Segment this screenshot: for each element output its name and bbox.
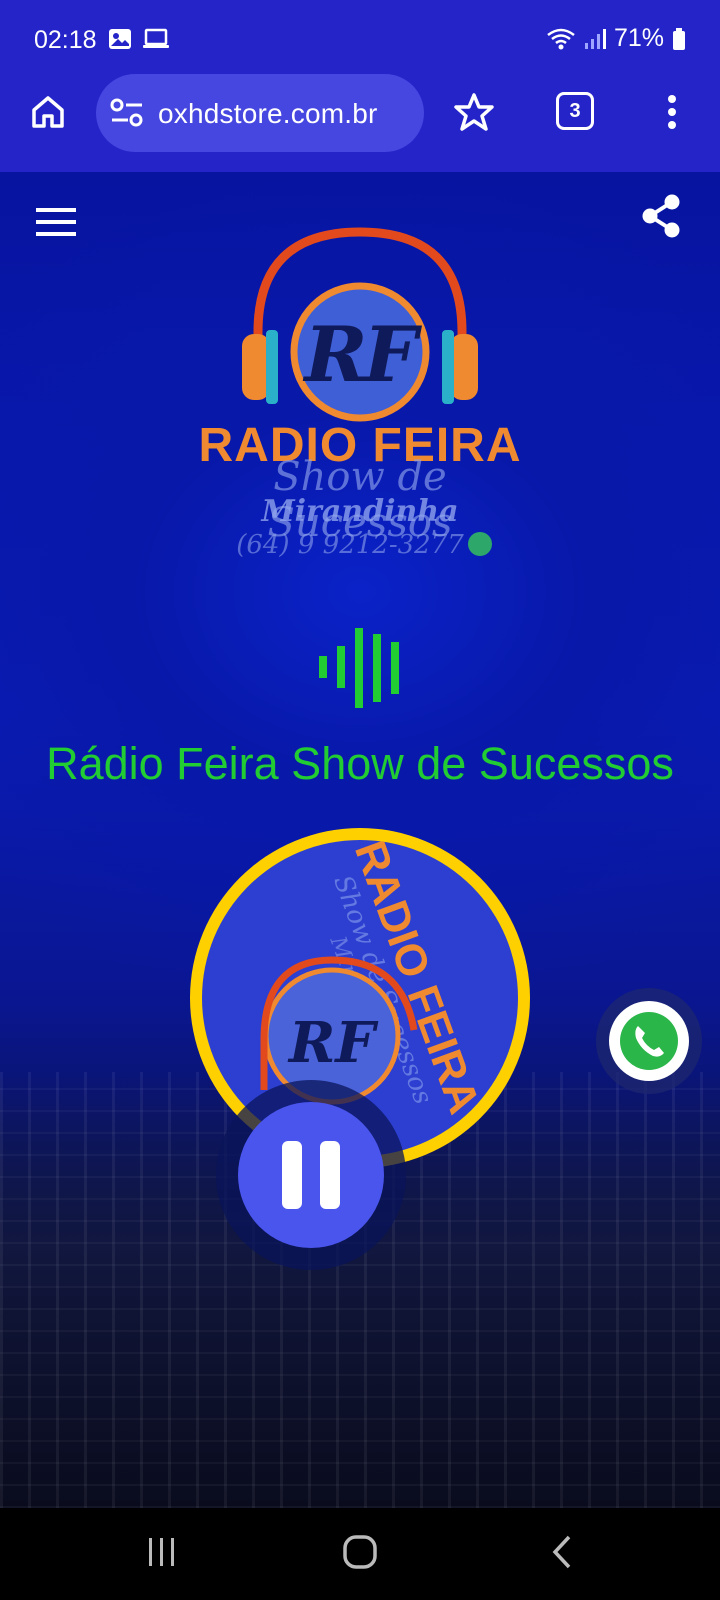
more-vert-icon: [668, 95, 676, 129]
site-settings-icon[interactable]: [110, 98, 144, 128]
home-icon: [32, 96, 64, 128]
system-nav-bar: [0, 1508, 720, 1600]
whatsapp-mini-icon: [468, 532, 492, 556]
more-menu-button[interactable]: [650, 90, 694, 134]
home-button[interactable]: [26, 90, 70, 134]
gallery-icon: [109, 29, 131, 49]
home-nav-button[interactable]: [338, 1530, 382, 1574]
status-bar: 02:18 71%: [0, 0, 720, 80]
equalizer-icon: [319, 628, 399, 708]
station-logo: RF RADIO FEIRA Show de Sucessos Mirandin…: [180, 222, 540, 562]
whatsapp-button[interactable]: [596, 988, 702, 1094]
logo-host: Mirandinha: [261, 494, 459, 529]
share-icon: [642, 194, 680, 238]
hamburger-icon: [36, 208, 76, 236]
recents-button[interactable]: [140, 1530, 184, 1574]
svg-text:RF: RF: [287, 1010, 380, 1076]
whatsapp-icon: [620, 1012, 678, 1070]
tabs-button[interactable]: 3: [556, 92, 594, 130]
battery-percent: 71%: [613, 24, 664, 52]
star-icon: [454, 93, 494, 131]
laptop-icon: [143, 28, 169, 48]
pause-button[interactable]: [216, 1080, 406, 1270]
bookmark-button[interactable]: [452, 90, 496, 134]
battery-icon: [673, 27, 685, 50]
tab-count: 3: [569, 99, 581, 122]
pause-icon: [282, 1141, 340, 1209]
station-name: Rádio Feira Show de Sucessos: [46, 738, 674, 789]
status-time: 02:18: [34, 26, 97, 54]
back-icon: [552, 1535, 571, 1569]
signal-icon: [584, 28, 606, 49]
url-text: oxhdstore.com.br: [158, 98, 378, 129]
radio-page: RF RADIO FEIRA Show de Sucessos Mirandin…: [0, 172, 720, 1508]
browser-toolbar: oxhdstore.com.br 3: [0, 72, 720, 174]
home-nav-icon: [343, 1535, 377, 1569]
back-button[interactable]: [540, 1530, 584, 1574]
recents-icon: [149, 1538, 174, 1566]
wifi-icon: [547, 28, 575, 49]
address-bar[interactable]: oxhdstore.com.br: [96, 74, 424, 152]
share-button[interactable]: [638, 192, 684, 240]
menu-button[interactable]: [34, 202, 78, 242]
logo-monogram: RF: [304, 310, 417, 399]
